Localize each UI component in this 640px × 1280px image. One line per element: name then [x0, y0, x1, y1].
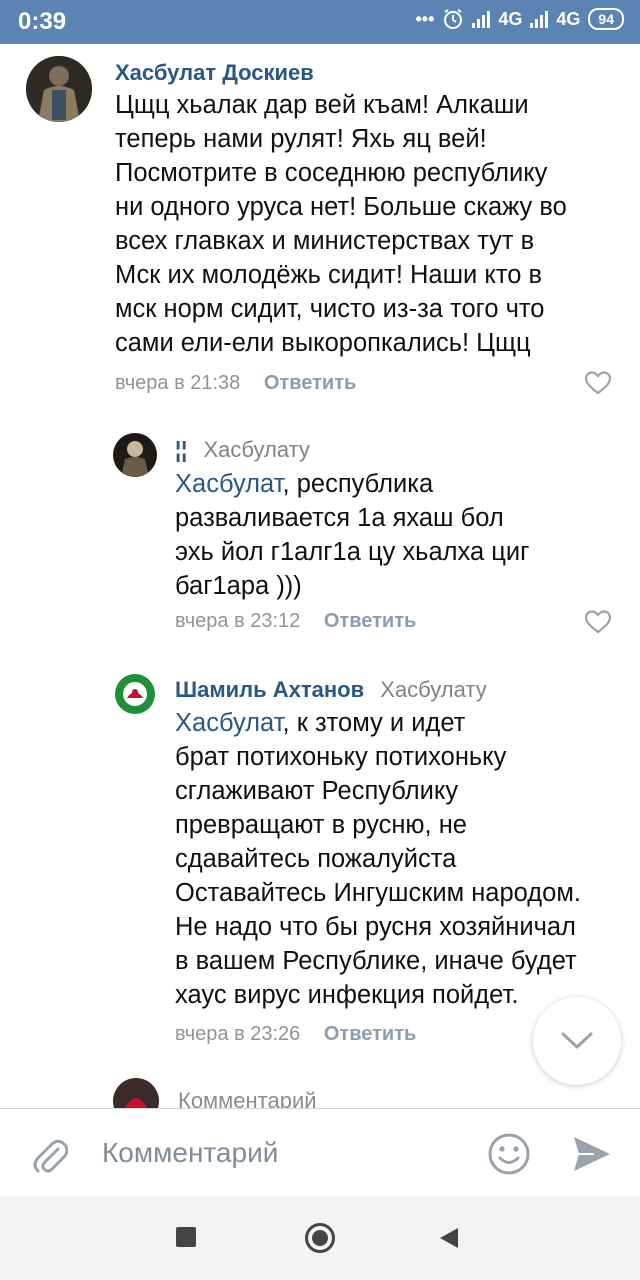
- avatar[interactable]: [113, 433, 157, 477]
- network-type-2: 4G: [556, 8, 581, 29]
- comment-meta: вчера в 21:38 Ответить: [115, 372, 356, 395]
- comment-composer: Комментарий: [0, 1108, 640, 1196]
- comment-meta: вчера в 23:26 Ответить: [175, 1023, 416, 1046]
- like-icon[interactable]: [584, 370, 612, 396]
- recent-apps-icon[interactable]: [175, 1226, 197, 1248]
- battery-indicator: 94: [588, 8, 624, 30]
- comment-text: Цщц хьалак дар вей къам! Алкаши теперь н…: [115, 91, 567, 357]
- like-icon[interactable]: [584, 609, 612, 635]
- reply-button[interactable]: Ответить: [324, 610, 416, 632]
- reply-button[interactable]: Ответить: [264, 372, 356, 394]
- partial-comment-text: Комментарий: [178, 1088, 317, 1110]
- comment-text: Хасбулат, республика разваливается 1а ях…: [175, 467, 615, 603]
- status-bar: 0:39 ••• 4G 4G 94: [0, 0, 640, 44]
- mention-link[interactable]: Хасбулат: [175, 470, 283, 498]
- attach-icon[interactable]: [32, 1137, 68, 1177]
- reply-button[interactable]: Ответить: [324, 1023, 416, 1045]
- author-name[interactable]: ¦¦: [175, 437, 187, 462]
- author-name[interactable]: Шамиль Ахтанов: [175, 677, 364, 702]
- network-type-1: 4G: [498, 8, 523, 29]
- chevron-down-icon: [561, 1032, 593, 1049]
- scroll-down-button[interactable]: [533, 997, 621, 1085]
- avatar[interactable]: [26, 56, 92, 122]
- back-icon[interactable]: [438, 1226, 460, 1250]
- status-time: 0:39: [18, 8, 67, 35]
- comment-author: Шамиль Ахтанов Хасбулату: [175, 677, 487, 703]
- home-icon[interactable]: [304, 1222, 336, 1254]
- comment-time: вчера в 23:26: [175, 1023, 301, 1045]
- partial-avatar: [113, 1078, 159, 1110]
- reply-to-label[interactable]: Хасбулату: [203, 437, 309, 462]
- comment-time: вчера в 23:12: [175, 610, 301, 632]
- signal-icon-1: [472, 10, 491, 28]
- emoji-icon[interactable]: [487, 1132, 531, 1176]
- reply-to-label[interactable]: Хасбулату: [380, 677, 486, 702]
- comment-body: , к зтому и идет брат потихоньку потихон…: [175, 709, 581, 1009]
- comment-meta: вчера в 23:12 Ответить: [175, 610, 416, 633]
- comment-author: ¦¦ Хасбулату: [175, 437, 310, 463]
- send-icon[interactable]: [572, 1135, 612, 1173]
- signal-icon-2: [530, 10, 549, 28]
- alarm-icon: [444, 9, 463, 29]
- avatar[interactable]: [113, 672, 157, 716]
- comment-text: Хасбулат, к зтому и идет брат потихоньку…: [175, 706, 620, 1012]
- more-dots-icon: •••: [415, 8, 435, 29]
- comment-input[interactable]: Комментарий: [102, 1137, 278, 1169]
- system-nav-bar: [0, 1196, 640, 1280]
- status-icons: ••• 4G 4G 94: [415, 8, 624, 30]
- mention-link[interactable]: Хасбулат: [175, 709, 283, 737]
- comment-time: вчера в 21:38: [115, 372, 241, 394]
- comment-author[interactable]: Хасбулат Доскиев: [115, 60, 314, 86]
